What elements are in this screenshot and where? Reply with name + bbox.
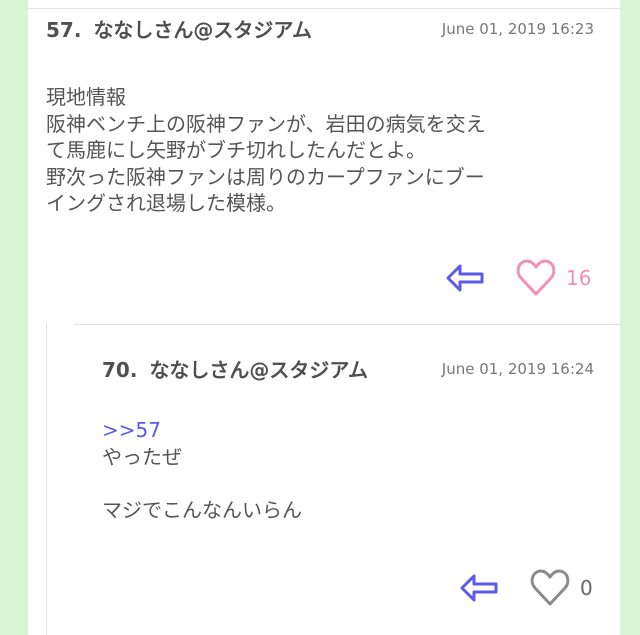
post-57: 57. ななしさん@スタジアム June 01, 2019 16:23 現地情報… (46, 14, 594, 217)
like-count: 0 (580, 576, 593, 600)
post-header: 57. ななしさん@スタジアム June 01, 2019 16:23 (46, 14, 594, 43)
post-line: 現地情報 (46, 85, 126, 109)
post-57-actions: 16 (444, 258, 591, 298)
post-70-actions: 0 (458, 568, 593, 608)
like-count: 16 (566, 266, 592, 290)
post-line: イングされ退場した模様。 (46, 191, 286, 216)
left-side-bar (0, 0, 28, 635)
like-button[interactable]: 16 (516, 258, 591, 298)
reply-arrow-icon[interactable] (458, 570, 500, 606)
post-line: て馬鹿にし矢野がブチ切れしたんだとよ。 (46, 138, 426, 163)
heart-icon (530, 568, 570, 608)
heart-icon (516, 258, 556, 298)
post-header: 70. ななしさん@スタジアム June 01, 2019 16:24 (102, 354, 594, 383)
post-number: 70. (102, 358, 138, 382)
post-date: June 01, 2019 16:24 (441, 359, 594, 378)
post-line (102, 470, 594, 497)
post-70: 70. ななしさん@スタジアム June 01, 2019 16:24 >>57… (102, 354, 594, 524)
post-body: 現地情報 阪神ベンチ上の阪神ファンが、岩田の病気を交え て馬鹿にし矢野がブチ切れ… (46, 84, 594, 217)
post-body: >>57 やったぜ マジでこんなんいらん (102, 417, 594, 524)
post-date: June 01, 2019 16:23 (441, 19, 594, 38)
reply-left-border (46, 324, 47, 635)
post-line: マジでこんなんいらん (102, 498, 302, 523)
post-line: 野次った阪神ファンは周りのカープファンにブー (46, 164, 485, 189)
post-line: 阪神ベンチ上の阪神ファンが、岩田の病気を交え (46, 111, 486, 136)
post-number: 57. (46, 18, 82, 42)
like-button[interactable]: 0 (530, 568, 593, 608)
top-divider (28, 8, 620, 9)
poster-name: ななしさん@スタジアム (149, 358, 369, 382)
reply-top-border (74, 324, 620, 325)
reply-arrow-icon[interactable] (444, 260, 486, 296)
poster-name: ななしさん@スタジアム (93, 18, 313, 42)
post-line: やったぜ (102, 444, 182, 469)
reply-anchor-link[interactable]: >>57 (102, 417, 594, 444)
right-side-bar (620, 0, 640, 635)
